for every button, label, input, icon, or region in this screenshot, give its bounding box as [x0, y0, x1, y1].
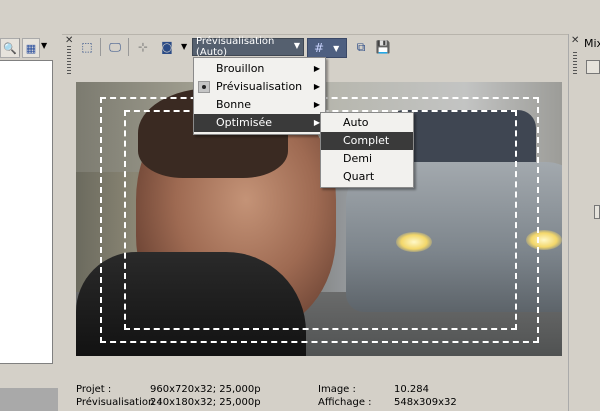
- split-screen-icon[interactable]: ⊹: [134, 38, 152, 56]
- preview-quality-menu: Brouillon ▶ Prévisualisation ▶ Bonne ▶ O…: [193, 57, 326, 135]
- submenu-arrow-icon: ▶: [313, 82, 320, 91]
- close-icon[interactable]: ✕: [65, 35, 73, 46]
- chevron-down-icon: ▼: [333, 43, 340, 53]
- resolution-submenu: Auto Complet Demi Quart: [320, 112, 414, 188]
- menu-item-optimisee[interactable]: Optimisée ▶: [194, 114, 325, 132]
- mixer-panel: [568, 34, 600, 411]
- submenu-item-quart[interactable]: Quart: [321, 168, 413, 186]
- menu-item-label: Bonne: [216, 98, 251, 111]
- explorer-list[interactable]: [0, 60, 53, 364]
- chevron-down-icon[interactable]: ▼: [41, 41, 47, 50]
- menu-item-label: Complet: [343, 134, 390, 147]
- projet-value: 960x720x32; 25,000p: [150, 384, 261, 395]
- close-icon[interactable]: ✕: [571, 35, 579, 46]
- affichage-value: 548x309x32: [394, 397, 457, 408]
- chevron-down-icon[interactable]: ▼: [181, 42, 187, 51]
- submenu-arrow-icon: ▶: [313, 64, 320, 73]
- radio-selected-icon: [198, 81, 210, 93]
- copy-snapshot-icon[interactable]: ⧉: [352, 38, 370, 56]
- preview-label: Prévisualisation :: [76, 397, 161, 408]
- menu-item-label: Optimisée: [216, 116, 273, 129]
- left-scroll-area: [0, 388, 58, 411]
- submenu-item-auto[interactable]: Auto: [321, 114, 413, 132]
- overlays-button[interactable]: # ▼: [307, 38, 347, 58]
- view-mode-icon[interactable]: ▦: [22, 38, 40, 58]
- mixer-title: Mix: [584, 37, 600, 50]
- image-value: 10.284: [394, 384, 429, 395]
- preview-properties-icon[interactable]: ⬚: [78, 38, 96, 56]
- separator: [128, 38, 129, 56]
- image-label: Image :: [318, 384, 356, 395]
- zoom-icon[interactable]: 🔍: [0, 38, 20, 58]
- menu-item-label: Auto: [343, 116, 369, 129]
- menu-item-brouillon[interactable]: Brouillon ▶: [194, 60, 325, 78]
- menu-item-label: Prévisualisation: [216, 80, 303, 93]
- preview-quality-dropdown[interactable]: Prévisualisation (Auto) ▼: [192, 36, 304, 58]
- preview-value: 240x180x32; 25,000p: [150, 397, 261, 408]
- menu-item-previsualisation[interactable]: Prévisualisation ▶: [194, 78, 325, 96]
- external-monitor-icon[interactable]: 🖵: [106, 38, 124, 56]
- menu-item-label: Brouillon: [216, 62, 265, 75]
- submenu-item-demi[interactable]: Demi: [321, 150, 413, 168]
- submenu-item-complet[interactable]: Complet: [321, 132, 413, 150]
- grid-icon: #: [314, 41, 325, 55]
- drag-handle[interactable]: [573, 52, 577, 74]
- mixer-button[interactable]: [586, 60, 600, 74]
- menu-item-label: Demi: [343, 152, 373, 165]
- mixer-fader[interactable]: [594, 205, 600, 219]
- color-sample-icon[interactable]: ◙: [158, 38, 176, 56]
- affichage-label: Affichage :: [318, 397, 372, 408]
- top-area: [0, 0, 600, 35]
- chevron-down-icon: ▼: [293, 41, 300, 50]
- drag-handle[interactable]: [67, 46, 71, 74]
- preview-quality-value: Prévisualisation (Auto): [196, 36, 275, 58]
- separator: [100, 38, 101, 56]
- menu-item-bonne[interactable]: Bonne ▶: [194, 96, 325, 114]
- projet-label: Projet :: [76, 384, 112, 395]
- separator: [19, 38, 20, 56]
- save-snapshot-icon[interactable]: 💾: [374, 38, 392, 56]
- menu-item-label: Quart: [343, 170, 375, 183]
